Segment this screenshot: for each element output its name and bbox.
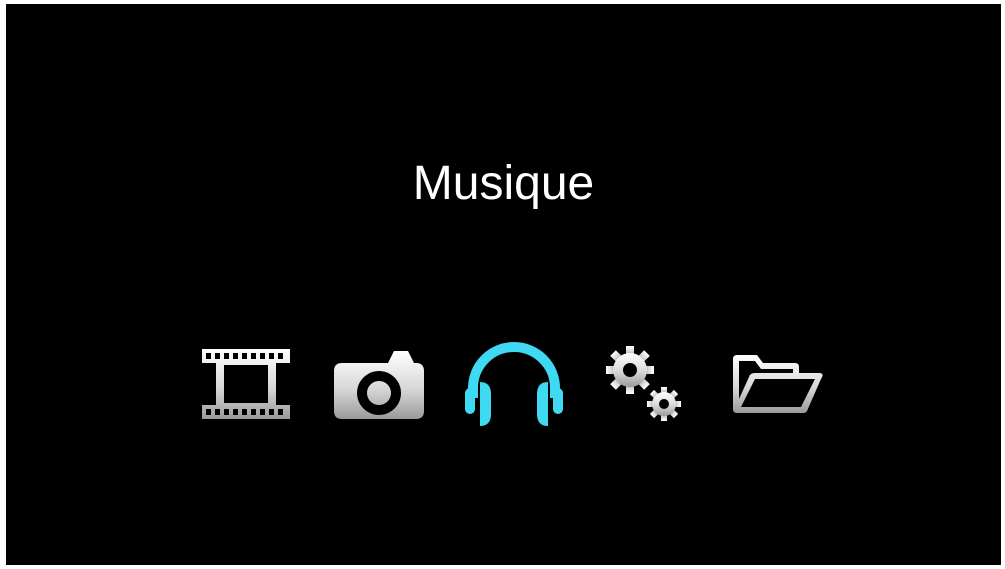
media-menu-screen: Musique	[6, 4, 1001, 565]
menu-item-videos[interactable]	[196, 334, 296, 434]
gears-icon	[606, 346, 681, 421]
camera-icon	[334, 351, 424, 419]
folder-icon	[733, 355, 823, 413]
film-icon	[202, 349, 290, 419]
menu-item-photos[interactable]	[329, 334, 429, 434]
section-title: Musique	[412, 157, 595, 210]
menu-item-music[interactable]	[458, 334, 570, 434]
menu-item-files[interactable]	[728, 334, 828, 434]
menu-item-settings[interactable]	[601, 334, 689, 434]
headphones-icon	[465, 342, 563, 426]
